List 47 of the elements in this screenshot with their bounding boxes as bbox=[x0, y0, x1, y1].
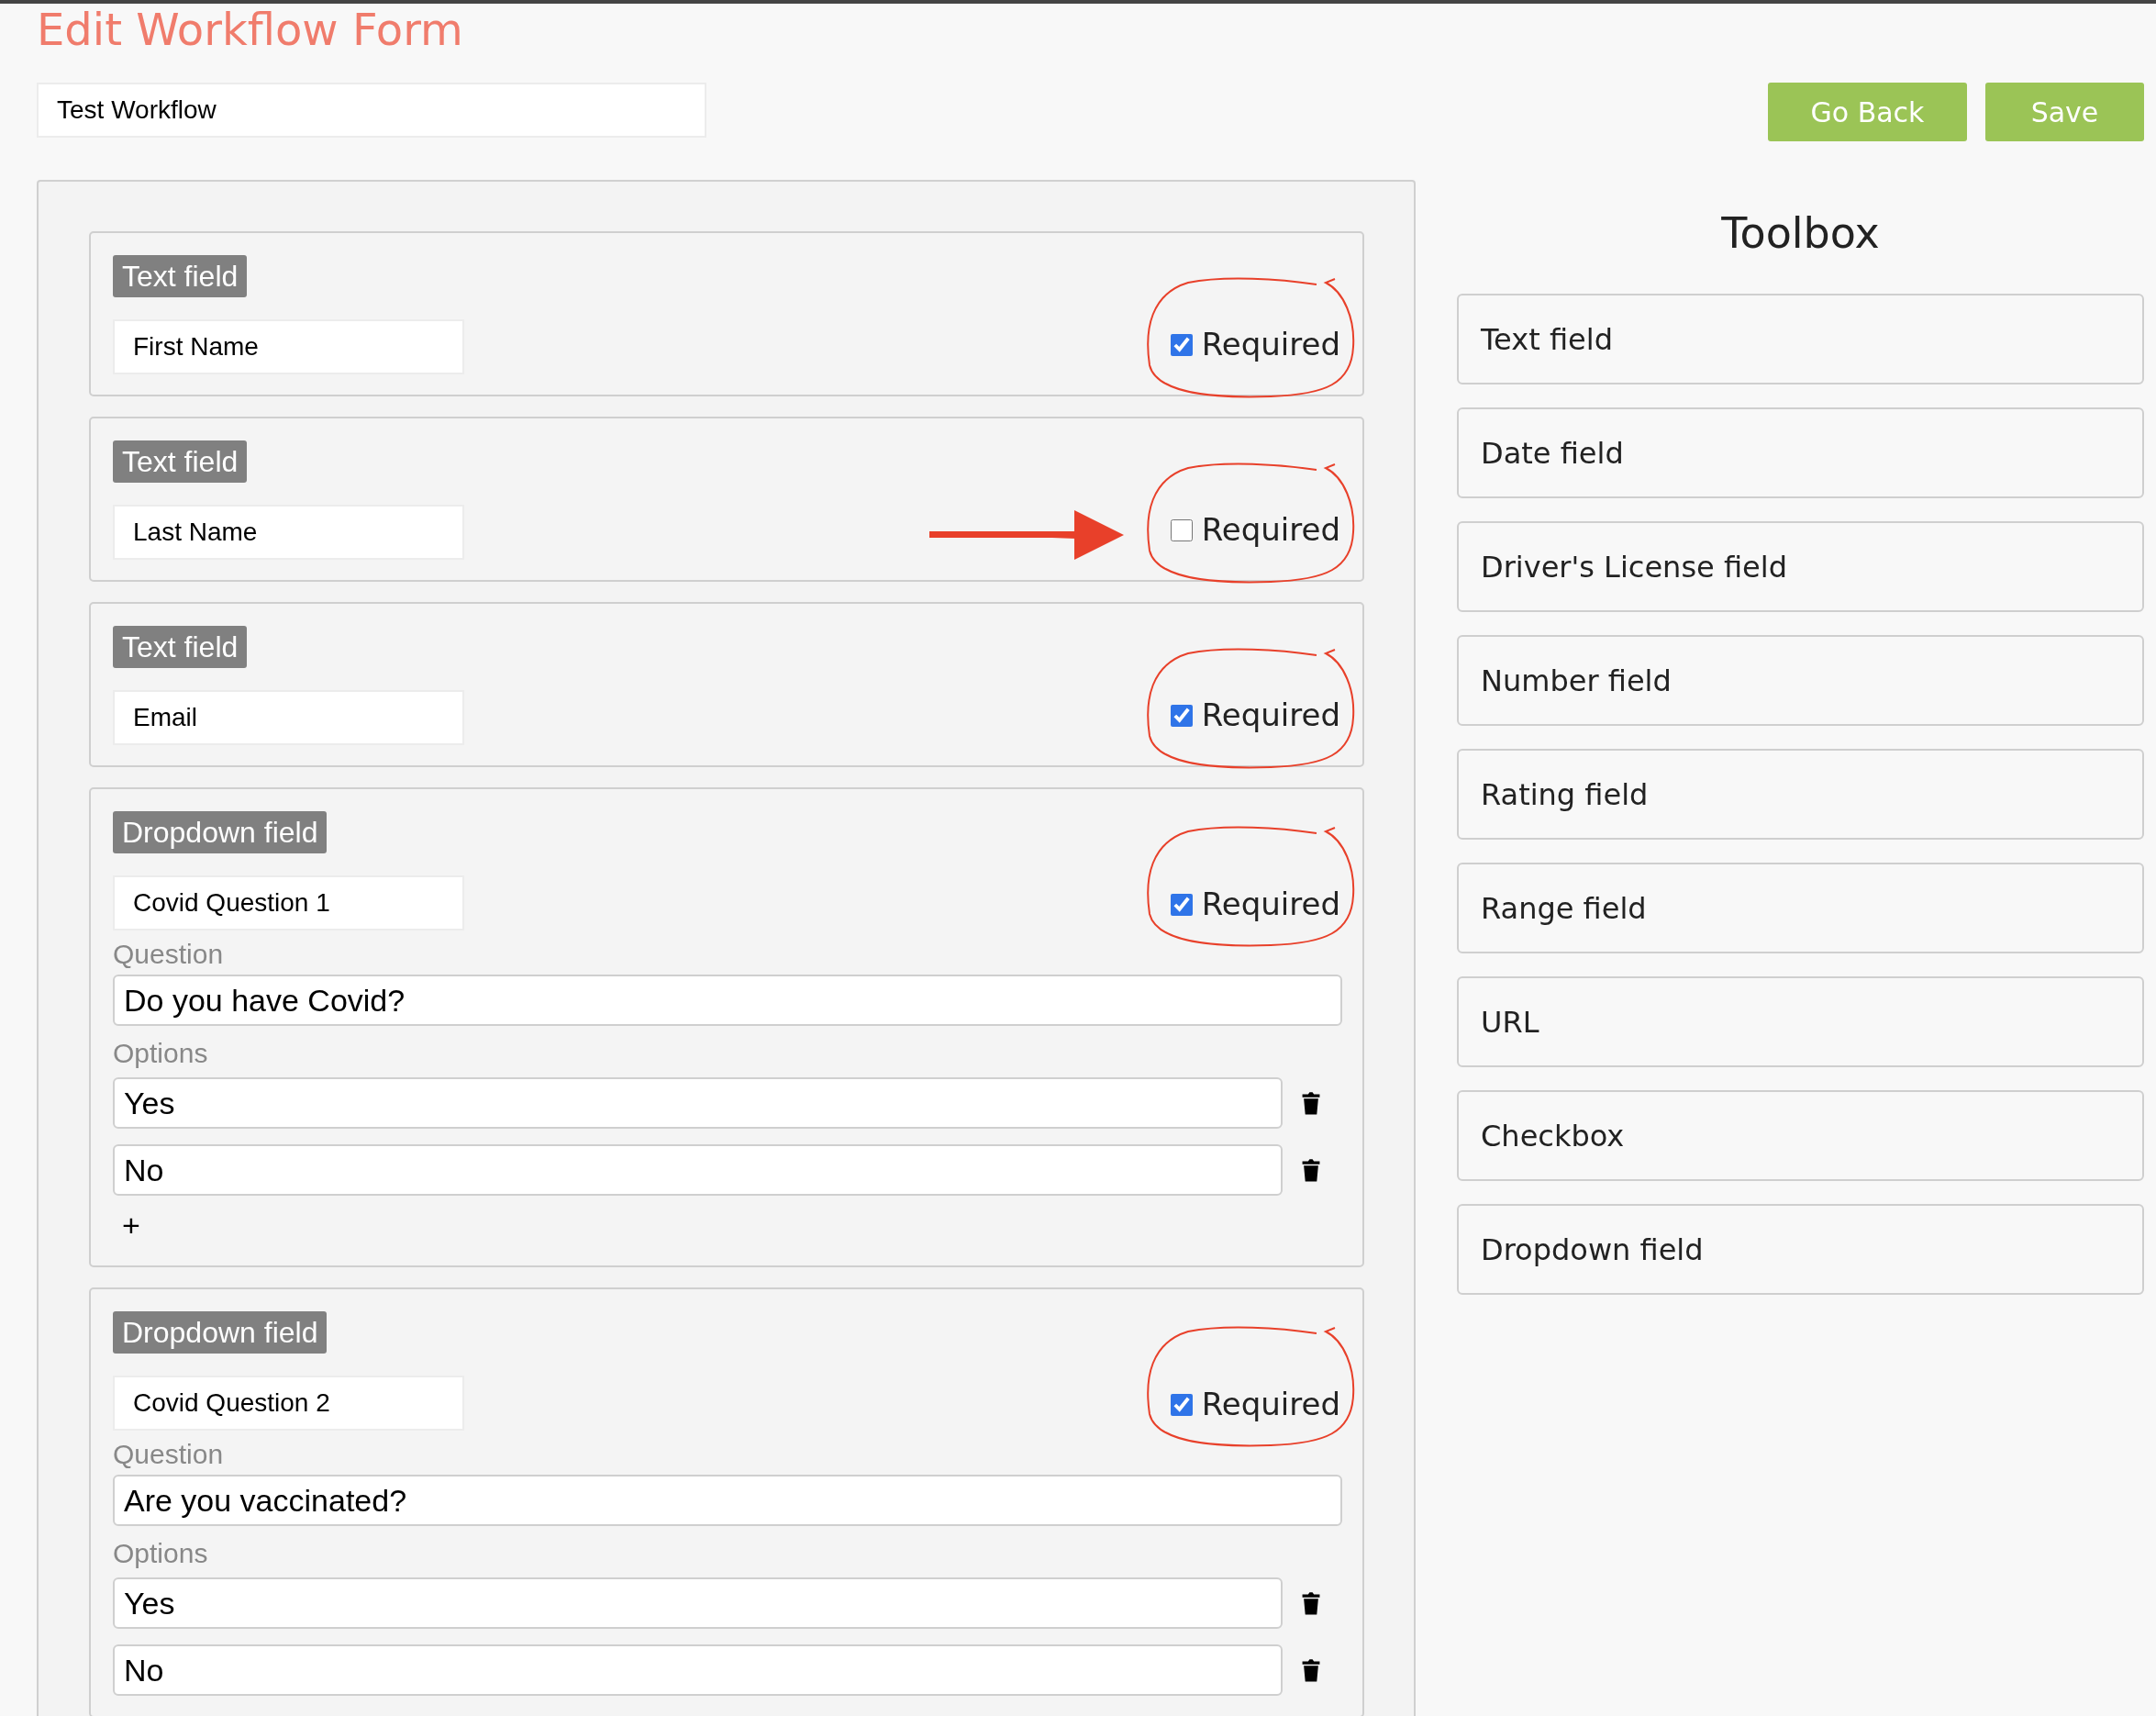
question-label: Question bbox=[113, 938, 224, 971]
required-label: Required bbox=[1201, 696, 1340, 735]
question-label: Question bbox=[113, 1438, 224, 1471]
required-label: Required bbox=[1201, 1385, 1340, 1424]
required-checkbox[interactable] bbox=[1170, 704, 1193, 727]
field-type-badge: Text field bbox=[113, 626, 248, 668]
option-input[interactable]: Yes bbox=[113, 1577, 1283, 1629]
toolbox-item[interactable]: Rating field bbox=[1457, 749, 2144, 840]
field-type-badge: Dropdown field bbox=[113, 1311, 328, 1354]
toolbox-item[interactable]: Driver's License field bbox=[1457, 521, 2144, 612]
trash-icon[interactable] bbox=[1301, 1657, 1321, 1683]
toolbox-item[interactable]: Date field bbox=[1457, 407, 2144, 498]
trash-icon[interactable] bbox=[1301, 1590, 1321, 1616]
question-input[interactable]: Do you have Covid? bbox=[113, 975, 1342, 1026]
required-checkbox[interactable] bbox=[1170, 893, 1193, 916]
toolbox-item[interactable]: Text field bbox=[1457, 294, 2144, 384]
option-input[interactable]: No bbox=[113, 1644, 1283, 1696]
field-type-badge: Dropdown field bbox=[113, 811, 328, 853]
trash-icon[interactable] bbox=[1301, 1157, 1321, 1183]
field-name-input[interactable]: First Name bbox=[113, 319, 464, 374]
field-name-input[interactable]: Last Name bbox=[113, 505, 464, 560]
options-label: Options bbox=[113, 1037, 208, 1070]
required-label: Required bbox=[1201, 325, 1340, 364]
toolbox-item[interactable]: Checkbox bbox=[1457, 1090, 2144, 1181]
field-name-input[interactable]: Email bbox=[113, 690, 464, 745]
toolbox-item[interactable]: Dropdown field bbox=[1457, 1204, 2144, 1295]
required-label: Required bbox=[1201, 885, 1340, 924]
toolbox-item[interactable]: URL bbox=[1457, 976, 2144, 1067]
field-type-badge: Text field bbox=[113, 440, 248, 483]
options-label: Options bbox=[113, 1537, 208, 1570]
field-name-input[interactable]: Covid Question 2 bbox=[113, 1376, 464, 1431]
required-checkbox[interactable] bbox=[1170, 333, 1193, 356]
page-title: Edit Workflow Form bbox=[37, 4, 463, 55]
required-checkbox[interactable] bbox=[1170, 518, 1193, 541]
field-name-input[interactable]: Covid Question 1 bbox=[113, 875, 464, 930]
option-input[interactable]: No bbox=[113, 1144, 1283, 1196]
question-input[interactable]: Are you vaccinated? bbox=[113, 1475, 1342, 1526]
toolbox-item[interactable]: Range field bbox=[1457, 863, 2144, 953]
workflow-name-field[interactable]: Test Workflow bbox=[37, 83, 706, 138]
toolbox-title: Toolbox bbox=[1720, 207, 1881, 259]
trash-icon[interactable] bbox=[1301, 1090, 1321, 1116]
field-type-badge: Text field bbox=[113, 255, 248, 297]
option-input[interactable]: Yes bbox=[113, 1077, 1283, 1129]
required-checkbox[interactable] bbox=[1170, 1393, 1193, 1416]
required-label: Required bbox=[1201, 510, 1340, 550]
add-option-button[interactable]: + bbox=[122, 1205, 140, 1245]
toolbox-item[interactable]: Number field bbox=[1457, 635, 2144, 726]
